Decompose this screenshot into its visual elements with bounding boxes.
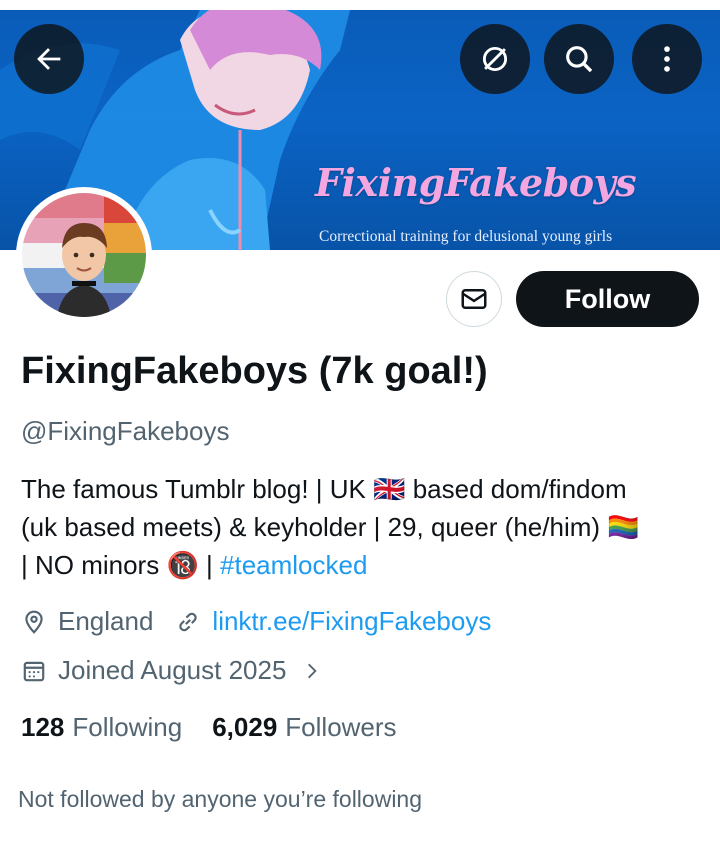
arrow-left-icon: [37, 48, 61, 70]
bio-line: The famous Tumblr blog! | UK 🇬🇧 based do…: [21, 474, 627, 504]
back-button[interactable]: [14, 24, 84, 94]
grok-button[interactable]: [460, 24, 530, 94]
bio-text: | NO minors 🔞 |: [21, 550, 221, 580]
location-text: England: [58, 606, 154, 636]
avatar-image: [22, 193, 146, 317]
banner-subtitle: Correctional training for delusional you…: [319, 228, 613, 245]
profile-meta-row: England linktr.ee/FixingFakeboys: [21, 606, 491, 637]
followers-count: 6,029: [212, 712, 278, 742]
link-icon: [175, 609, 201, 635]
more-vertical-icon: [664, 46, 670, 72]
bio-line: | NO minors 🔞 | #teamlocked: [21, 546, 711, 584]
following-count: 128: [21, 712, 65, 742]
chevron-right-icon: [302, 661, 322, 681]
avatar[interactable]: [16, 187, 152, 323]
website-link[interactable]: linktr.ee/FixingFakeboys: [212, 606, 491, 637]
search-button[interactable]: [544, 24, 614, 94]
bio: The famous Tumblr blog! | UK 🇬🇧 based do…: [21, 470, 711, 584]
more-options-button[interactable]: [632, 24, 702, 94]
mutual-followers-note: Not followed by anyone you’re following: [18, 786, 423, 812]
follow-counts: 128 Following 6,029 Followers: [21, 712, 397, 743]
following-label: Following: [72, 712, 183, 742]
grok-icon: [482, 46, 508, 72]
handle: @FixingFakeboys: [21, 416, 230, 446]
follow-button[interactable]: Follow: [516, 271, 699, 327]
followers-link[interactable]: 6,029 Followers: [212, 712, 396, 743]
envelope-icon: [461, 289, 487, 309]
banner-title: FixingFakeboys: [315, 160, 637, 205]
search-icon: [566, 46, 593, 73]
joined-row[interactable]: Joined August 2025: [21, 655, 322, 686]
joined-text: Joined August 2025: [58, 655, 287, 685]
message-button[interactable]: [446, 271, 502, 327]
following-link[interactable]: 128 Following: [21, 712, 182, 743]
bio-line: (uk based meets) & keyholder | 29, queer…: [21, 512, 640, 542]
location-pin-icon: [21, 609, 47, 635]
hashtag-link[interactable]: #teamlocked: [220, 550, 367, 580]
display-name: FixingFakeboys (7k goal!): [21, 350, 488, 392]
calendar-icon: [21, 658, 47, 684]
followers-label: Followers: [285, 712, 397, 742]
